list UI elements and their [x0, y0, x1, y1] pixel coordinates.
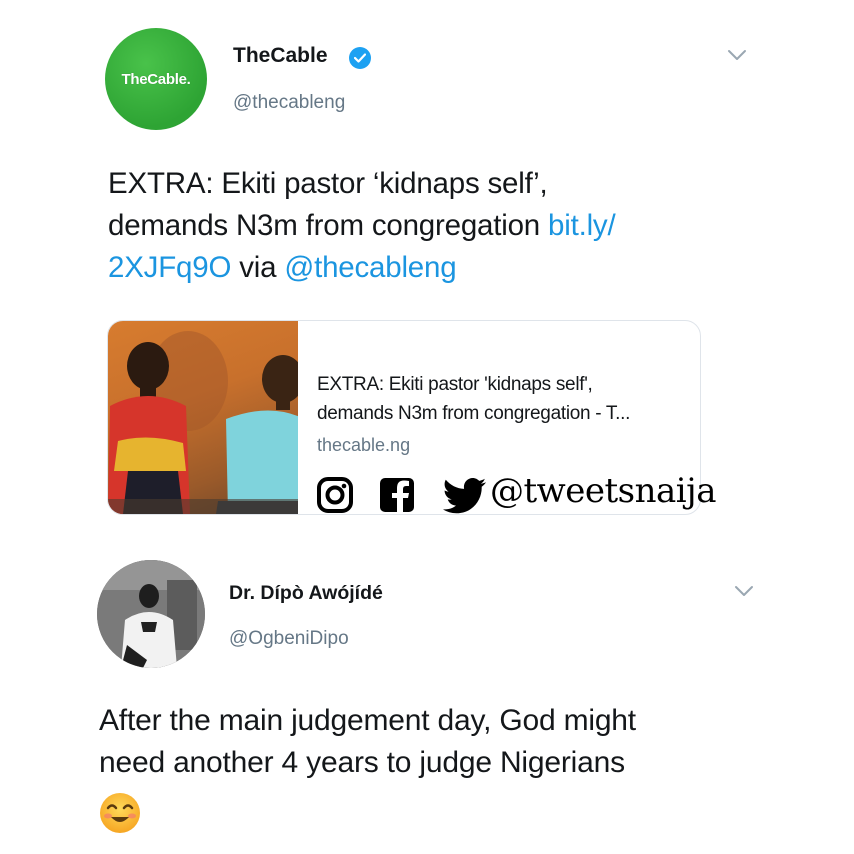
tweet-link[interactable]: bit.ly/	[548, 209, 616, 242]
tweet-text-line: demands N3m from congregation bit.ly/	[108, 205, 616, 247]
verified-badge-icon	[349, 47, 371, 69]
chevron-down-icon[interactable]	[734, 585, 754, 597]
user-avatar[interactable]	[97, 560, 205, 668]
tweet-mention[interactable]: @thecableng	[284, 251, 456, 284]
author-handle[interactable]: @OgbeniDipo	[229, 628, 349, 650]
tweet-link-continued[interactable]: 2XJFq9O	[108, 251, 231, 284]
tweet-text-fragment: demands N3m from congregation	[108, 209, 549, 242]
card-domain: thecable.ng	[317, 435, 411, 455]
instagram-icon	[317, 477, 353, 513]
chevron-down-icon[interactable]	[727, 49, 747, 61]
watermark-handle: @tweetsnaija	[490, 471, 716, 511]
card-thumbnail-image	[108, 321, 298, 514]
author-name[interactable]: Dr. Dípò Awójídé	[229, 582, 383, 605]
tweet-text-line: After the main judgement day, God might	[99, 704, 636, 737]
thecable-avatar[interactable]: TheCable.	[105, 28, 207, 130]
twitter-icon	[443, 478, 486, 514]
smiling-face-emoji-icon	[100, 793, 140, 833]
avatar-logo-text: TheCable.	[121, 70, 191, 88]
card-title-line: EXTRA: Ekiti pastor 'kidnaps self',	[317, 374, 593, 395]
author-name[interactable]: TheCable	[233, 44, 328, 68]
tweet-text-fragment: via	[231, 251, 285, 284]
card-title-line: demands N3m from congregation - T...	[317, 403, 631, 424]
tweet-text-line: need another 4 years to judge Nigerians	[99, 746, 625, 779]
tweet-text-line: EXTRA: Ekiti pastor ‘kidnaps self’,	[108, 167, 548, 200]
author-handle[interactable]: @thecableng	[233, 92, 345, 114]
facebook-icon	[380, 478, 414, 512]
tweet-text-line: 2XJFq9O via @thecableng	[108, 247, 457, 289]
